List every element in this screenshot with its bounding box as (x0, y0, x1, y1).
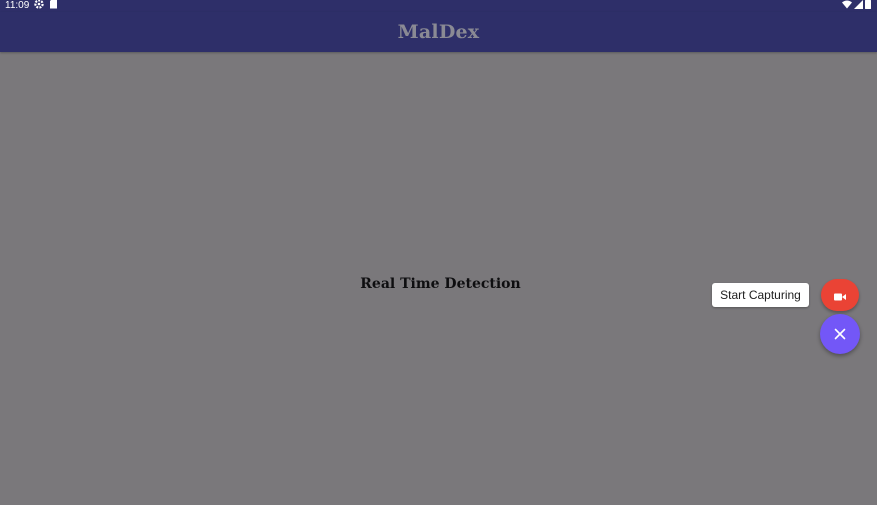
status-left: 11:09 (5, 0, 58, 12)
wifi-icon (842, 0, 852, 13)
status-time: 11:09 (5, 0, 30, 11)
videocam-icon (834, 286, 846, 305)
app-title: MalDex (397, 21, 480, 43)
close-fab-button[interactable] (820, 314, 860, 354)
status-bar: 11:09 (0, 0, 877, 12)
signal-icon (854, 0, 863, 13)
start-capturing-button[interactable] (821, 279, 859, 311)
close-icon (834, 325, 846, 344)
start-capturing-label[interactable]: Start Capturing (712, 283, 809, 307)
status-right (842, 0, 871, 12)
app-bar: MalDex (0, 12, 877, 52)
app-screen: 11:09 MalDex Real Time Detection Start C… (0, 0, 877, 505)
